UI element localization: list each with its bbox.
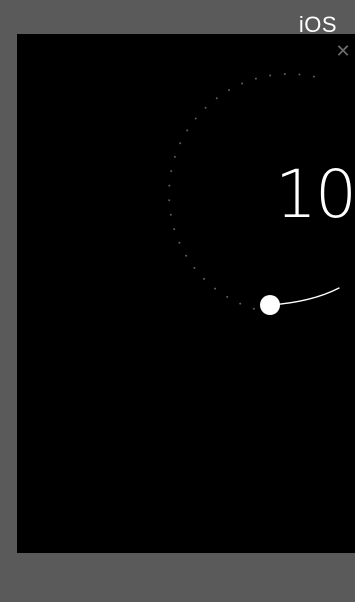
dial-dot <box>269 74 272 77</box>
progress-arc <box>269 287 340 306</box>
dial-dot <box>254 77 257 80</box>
dial-dot <box>203 277 206 280</box>
timer-screen: ✕ 10 <box>17 34 355 553</box>
timer-value: 10 <box>275 156 355 233</box>
dial-dot <box>169 213 172 216</box>
dial-dot <box>204 106 207 109</box>
dial-dot <box>215 97 218 100</box>
dial-dot <box>226 295 229 298</box>
dial-dot <box>179 142 182 145</box>
dial-dot <box>241 82 244 85</box>
dial-dot <box>173 228 176 231</box>
dial-dot <box>298 73 301 76</box>
dial-dot <box>168 199 171 202</box>
dial-dot <box>170 170 173 173</box>
dial-dot <box>312 75 315 78</box>
dial-dot <box>283 73 286 76</box>
dial-handle[interactable] <box>260 295 280 315</box>
dial-dot <box>194 117 197 120</box>
timer-dial <box>168 73 340 315</box>
dial-dot <box>186 129 189 132</box>
dial-dot <box>252 307 255 310</box>
dial-dot <box>168 184 171 187</box>
dial-dot <box>193 266 196 269</box>
dial-dot <box>185 254 188 257</box>
dial-dot <box>178 241 181 244</box>
dial-dot <box>239 302 242 305</box>
dial-dot <box>214 287 217 290</box>
dial-dot <box>173 155 176 158</box>
dial-dot <box>228 89 230 92</box>
